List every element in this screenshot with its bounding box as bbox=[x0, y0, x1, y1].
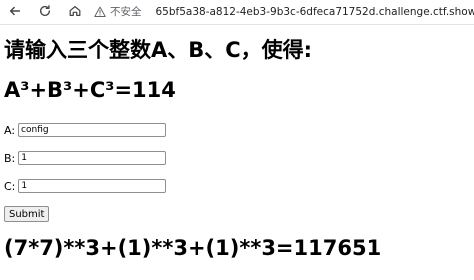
field-a-input[interactable] bbox=[18, 123, 167, 137]
field-b-input[interactable] bbox=[18, 151, 167, 165]
security-label[interactable]: 不安全 bbox=[110, 4, 142, 19]
page-title: 请输入三个整数A、B、C，使得: bbox=[4, 38, 313, 62]
result-heading: (7*7)**3+(1)**3+(1)**3=117651 bbox=[4, 236, 382, 260]
home-icon bbox=[69, 6, 81, 16]
url-text[interactable]: 65bf5a38-a812-4eb3-9b3c-6dfeca71752d.cha… bbox=[156, 6, 474, 18]
submit-button[interactable]: Submit bbox=[4, 206, 50, 222]
equation-heading: A³+B³+C³=114 bbox=[4, 78, 176, 102]
field-b-label: B: bbox=[4, 151, 16, 165]
back-button[interactable] bbox=[6, 2, 24, 20]
field-c-label: C: bbox=[4, 179, 16, 193]
back-arrow-icon bbox=[9, 6, 21, 16]
field-a-row: A: bbox=[4, 122, 167, 138]
field-b-row: B: bbox=[4, 150, 167, 166]
address-bar[interactable]: 不安全 65bf5a38-a812-4eb3-9b3c-6dfeca71752d… bbox=[94, 1, 474, 22]
field-c-input[interactable] bbox=[18, 179, 167, 193]
reload-icon bbox=[39, 5, 51, 16]
field-a-label: A: bbox=[4, 123, 16, 137]
reload-button[interactable] bbox=[36, 2, 54, 20]
home-button[interactable] bbox=[66, 2, 84, 20]
browser-toolbar: 不安全 65bf5a38-a812-4eb3-9b3c-6dfeca71752d… bbox=[0, 0, 474, 25]
field-c-row: C: bbox=[4, 178, 167, 194]
warning-icon bbox=[94, 6, 106, 18]
